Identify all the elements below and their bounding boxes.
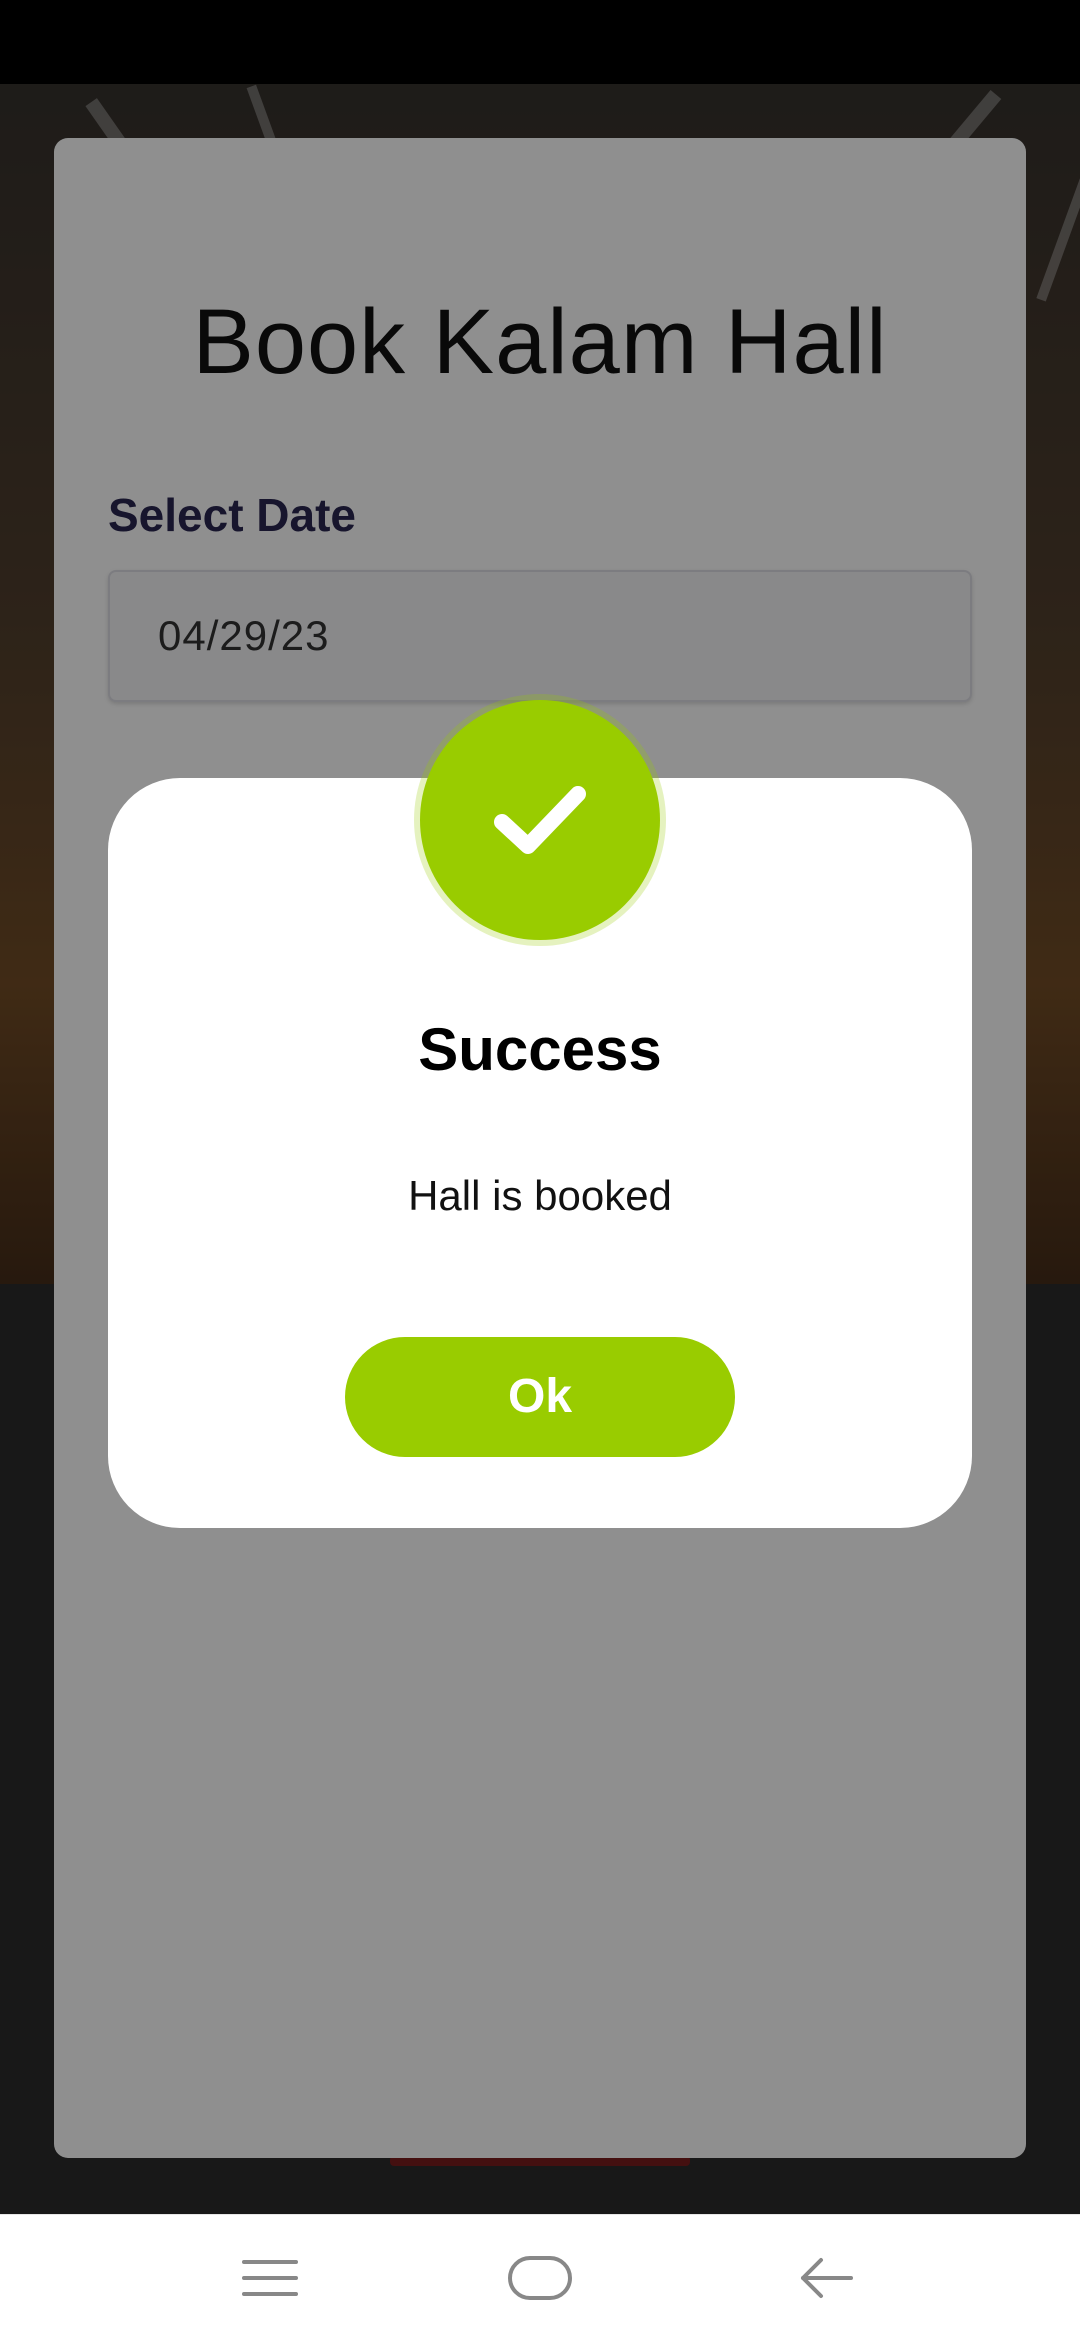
success-badge [420, 700, 660, 940]
dialog-title: Success [418, 1016, 662, 1083]
screen: Book Kalam Hall Select Date Success Hall… [0, 0, 1080, 2340]
system-nav-bar [0, 2214, 1080, 2340]
menu-button[interactable] [180, 2215, 360, 2340]
ok-button[interactable]: Ok [345, 1337, 735, 1457]
dialog-message: Hall is booked [408, 1172, 672, 1219]
check-icon [494, 786, 586, 854]
back-button[interactable] [735, 2215, 915, 2340]
home-button[interactable] [450, 2215, 630, 2340]
status-bar [0, 0, 1080, 84]
home-icon [508, 2256, 572, 2300]
menu-icon [242, 2260, 298, 2296]
back-icon [801, 2258, 853, 2298]
